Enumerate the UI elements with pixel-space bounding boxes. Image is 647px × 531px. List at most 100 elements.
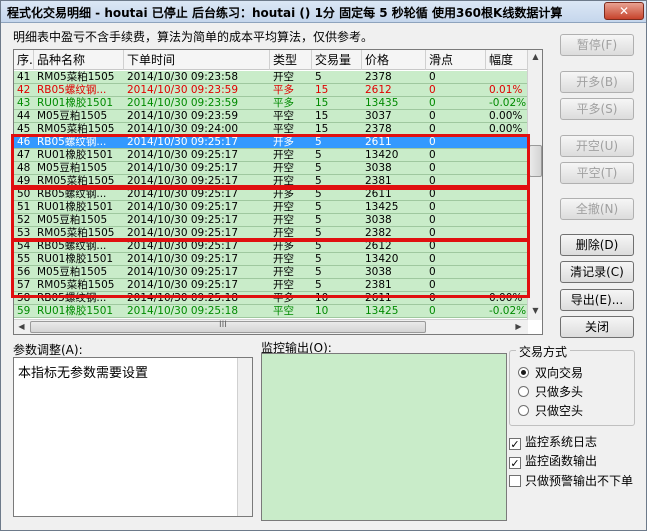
cell-price: 13435 [365,97,399,109]
cell-name: RM05菜粕1505 [37,227,115,239]
radio-selected-icon[interactable] [518,367,529,378]
cell-range [486,162,528,174]
cell-slip: 0 [429,84,436,96]
cell-time: 2014/10/30 09:25:17 [127,136,239,148]
cell-name: RB05螺纹钢... [37,292,107,304]
table-row[interactable]: 52 M05豆粕1505 2014/10/30 09:25:17 开空 5 3038 0 [14,214,528,227]
cell-price: 2612 [365,240,392,252]
check-monitor-function-output[interactable]: ✓ 监控函数输出 [509,452,597,469]
cell-qty: 5 [315,175,322,187]
radio-unselected-icon[interactable] [518,405,529,416]
title-bar[interactable]: 程式化交易明细 - houtai 已停止 后台练习：houtai () 1分 固… [1,1,646,23]
checkbox-checked-icon[interactable]: ✓ [509,457,521,469]
table-row[interactable]: 48 M05豆粕1505 2014/10/30 09:25:17 开空 5 3038 0 [14,162,528,175]
cell-range [486,175,528,187]
cell-range: 0.00% [489,123,523,135]
cell-slip: 0 [429,175,436,187]
column-header-qty[interactable]: 交易量 [312,50,362,70]
close-button[interactable]: 关闭 [560,316,634,338]
cell-qty: 15 [315,84,329,96]
cell-seq: 58 [17,292,31,304]
trade-mode-option-label: 只做多头 [535,385,584,399]
trade-mode-option-long[interactable]: 只做多头 [518,383,583,400]
table-row[interactable]: 51 RU01橡胶1501 2014/10/30 09:25:17 开空 5 13425 0 [14,201,528,214]
close-long-button[interactable]: 平多(S) [560,98,634,120]
cell-slip: 0 [429,136,436,148]
table-row[interactable]: 42 RB05螺纹钢... 2014/10/30 09:23:59 平多 15 2612 0… [14,84,528,97]
table-row[interactable]: 41 RM05菜粕1505 2014/10/30 09:23:58 开空 5 2378 0 [14,71,528,84]
radio-unselected-icon[interactable] [518,386,529,397]
vertical-scrollbar[interactable]: ▲ ▼ [527,50,542,320]
column-header-seq[interactable]: 序. [14,50,34,70]
checkbox-unchecked-icon[interactable] [509,475,521,487]
table-row[interactable]: 56 M05豆粕1505 2014/10/30 09:25:17 开空 5 3038 0 [14,266,528,279]
clear-records-button[interactable]: 清记录(C) [560,261,634,283]
cell-name: RB05螺纹钢... [37,84,107,96]
table-row[interactable]: 54 RB05螺纹钢... 2014/10/30 09:25:17 开多 5 2612 0 [14,240,528,253]
trade-table: 序. 品种名称 下单时间 类型 交易量 价格 滑点 幅度 41 RM05菜粕150… [13,49,543,335]
params-textarea[interactable]: 本指标无参数需要设置 [13,357,253,517]
cell-qty: 5 [315,149,322,161]
cell-type: 开空 [273,279,294,291]
cell-seq: 44 [17,110,31,122]
cell-range [486,240,528,252]
cell-name: RU01橡胶1501 [37,201,114,213]
trade-mode-group: 交易方式 双向交易 只做多头 只做空头 [509,343,635,426]
check-monitor-system-log[interactable]: ✓ 监控系统日志 [509,433,597,450]
column-header-type[interactable]: 类型 [270,50,312,70]
table-row[interactable]: 44 M05豆粕1505 2014/10/30 09:23:59 平空 15 3037 0 0… [14,110,528,123]
horizontal-scrollbar[interactable]: ◀ III ▶ [14,319,528,334]
cell-qty: 5 [315,279,322,291]
column-header-name[interactable]: 品种名称 [34,50,124,70]
cell-price: 2381 [365,279,392,291]
params-scrollbar[interactable] [237,358,252,516]
cancel-all-button[interactable]: 全撤(N) [560,198,634,220]
check-alert-only[interactable]: 只做预警输出不下单 [509,472,633,489]
table-header: 序. 品种名称 下单时间 类型 交易量 价格 滑点 幅度 [14,50,528,70]
scroll-up-icon[interactable]: ▲ [529,50,542,64]
pause-button[interactable]: 暂停(F) [560,34,634,56]
column-header-slip[interactable]: 滑点 [426,50,486,70]
cell-seq: 47 [17,149,31,161]
cell-price: 13420 [365,253,399,265]
column-header-time[interactable]: 下单时间 [124,50,270,70]
table-row[interactable]: 46 RB05螺纹钢... 2014/10/30 09:25:17 开多 5 2611 0 [14,136,528,149]
monitor-output-area[interactable] [261,353,507,521]
table-row[interactable]: 59 RU01橡胶1501 2014/10/30 09:25:18 平空 10 13425… [14,305,528,318]
table-row[interactable]: 50 RB05螺纹钢... 2014/10/30 09:25:17 开多 5 2611 0 [14,188,528,201]
close-short-button[interactable]: 平空(T) [560,162,634,184]
trade-mode-option-both[interactable]: 双向交易 [518,364,583,381]
close-window-button[interactable]: ✕ [604,2,644,20]
horizontal-scroll-thumb[interactable]: III [30,320,426,333]
table-row[interactable]: 49 RM05菜粕1505 2014/10/30 09:25:17 开空 5 2381 0 [14,175,528,188]
table-row[interactable]: 53 RM05菜粕1505 2014/10/30 09:25:17 开空 5 2382 0 [14,227,528,240]
cell-type: 开空 [273,227,294,239]
scroll-right-icon[interactable]: ▶ [512,320,525,334]
scroll-down-icon[interactable]: ▼ [529,304,542,318]
cell-name: RU01橡胶1501 [37,97,114,109]
scroll-left-icon[interactable]: ◀ [15,320,28,334]
table-row[interactable]: 55 RU01橡胶1501 2014/10/30 09:25:17 开空 5 13420 0 [14,253,528,266]
table-row[interactable]: 43 RU01橡胶1501 2014/10/30 09:23:59 平多 15 13435… [14,97,528,110]
table-row[interactable]: 47 RU01橡胶1501 2014/10/30 09:25:17 开空 5 13420 0 [14,149,528,162]
cell-name: M05豆粕1505 [37,110,108,122]
open-short-button[interactable]: 开空(U) [560,135,634,157]
cell-type: 开空 [273,214,294,226]
checkbox-checked-icon[interactable]: ✓ [509,438,521,450]
cell-time: 2014/10/30 09:25:17 [127,162,239,174]
cell-price: 2378 [365,71,392,83]
cell-name: M05豆粕1505 [37,214,108,226]
column-header-range[interactable]: 幅度 [486,50,528,70]
open-long-button[interactable]: 开多(B) [560,71,634,93]
vertical-scroll-thumb[interactable] [529,145,542,177]
cell-time: 2014/10/30 09:25:17 [127,188,239,200]
table-row[interactable]: 58 RB05螺纹钢... 2014/10/30 09:25:18 平多 10 2611 0… [14,292,528,305]
checkbox-label: 监控系统日志 [525,435,598,449]
export-button[interactable]: 导出(E)... [560,289,634,311]
column-header-price[interactable]: 价格 [362,50,426,70]
cell-type: 开多 [273,188,294,200]
table-row[interactable]: 57 RM05菜粕1505 2014/10/30 09:25:17 开空 5 2381 0 [14,279,528,292]
table-row[interactable]: 45 RM05菜粕1505 2014/10/30 09:24:00 平空 15 2378 0… [14,123,528,136]
trade-mode-option-short[interactable]: 只做空头 [518,402,583,419]
delete-button[interactable]: 删除(D) [560,234,634,256]
